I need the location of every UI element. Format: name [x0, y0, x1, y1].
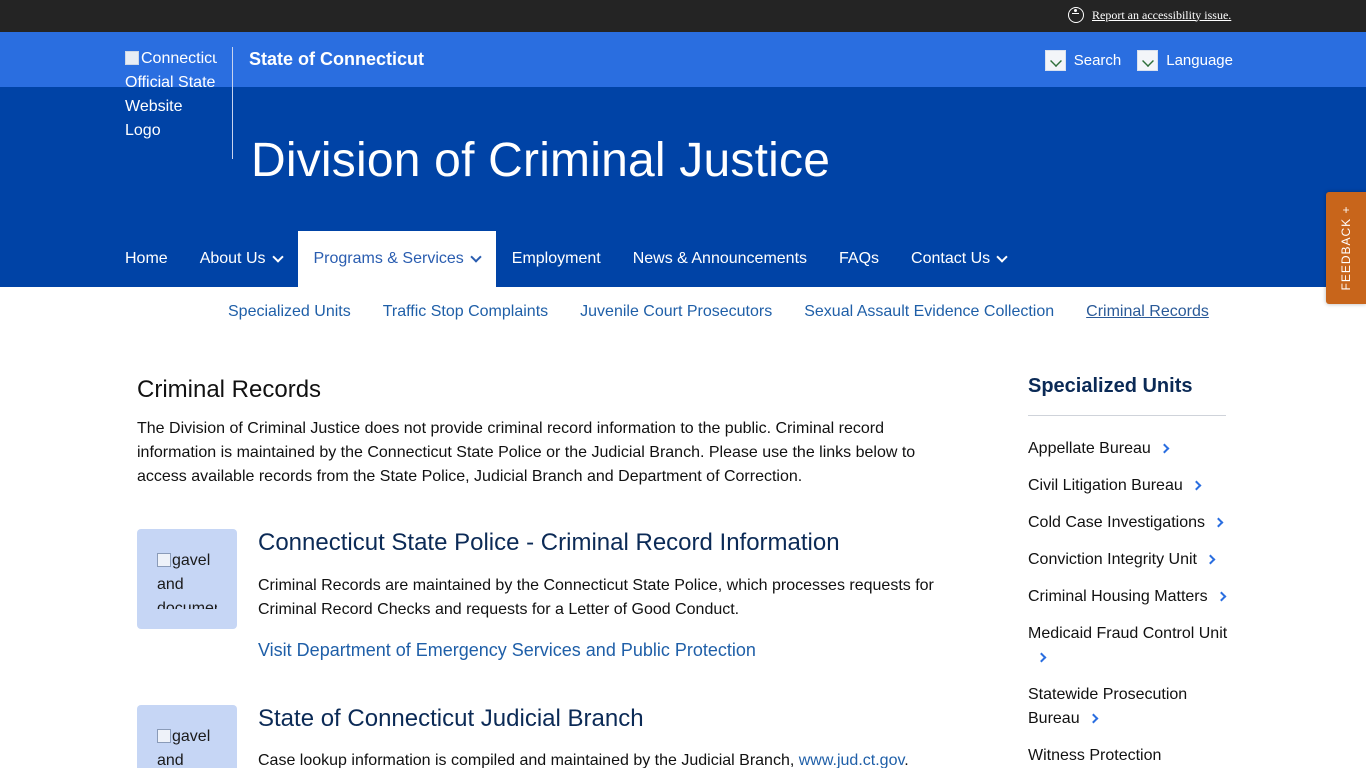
sidebar-item-medicaid-fraud-control-unit[interactable]: Medicaid Fraud Control Unit	[1028, 622, 1228, 670]
nav-label: Home	[125, 250, 168, 267]
language-button[interactable]: Language	[1137, 50, 1233, 71]
sidebar-item-label: Statewide Prosecution Bureau	[1028, 686, 1188, 727]
chevron-down-icon	[470, 251, 482, 263]
sidebar-item-label: Civil Litigation Bureau	[1028, 477, 1183, 494]
sidebar-list: Appellate Bureau Civil Litigation Bureau…	[1028, 437, 1228, 768]
page-title: Criminal Records	[137, 376, 322, 403]
subnav-criminal-records[interactable]: Criminal Records	[1070, 303, 1225, 321]
subnav-sexual-assault-evidence[interactable]: Sexual Assault Evidence Collection	[788, 303, 1070, 321]
logo-alt-line-3: Website	[125, 98, 183, 115]
feedback-button[interactable]: FEEDBACK +	[1326, 192, 1366, 304]
card-link[interactable]: Visit Department of Emergency Services a…	[258, 640, 756, 661]
sidebar-item-conviction-integrity-unit[interactable]: Conviction Integrity Unit	[1028, 548, 1228, 572]
chevron-down-icon	[996, 251, 1008, 263]
card-text: Criminal Records are maintained by the C…	[258, 577, 934, 618]
accessibility-report-link[interactable]: Report an accessibility issue.	[1092, 8, 1231, 23]
nav-label: Employment	[511, 250, 601, 267]
sidebar-item-witness-protection[interactable]: Witness Protection	[1028, 744, 1228, 768]
language-icon	[1137, 50, 1159, 71]
nav-label: Contact Us	[911, 250, 991, 267]
card-image: gavel and documents	[137, 529, 237, 629]
chevron-right-icon	[1036, 652, 1047, 663]
sidebar-divider	[1028, 415, 1226, 416]
chevron-right-icon	[1216, 591, 1227, 602]
nav-label: News & Announcements	[632, 250, 808, 267]
nav-about-us[interactable]: About Us	[184, 231, 298, 287]
search-label: Search	[1073, 52, 1122, 69]
nav-employment[interactable]: Employment	[496, 231, 617, 287]
language-label: Language	[1166, 52, 1233, 69]
chevron-right-icon	[1159, 443, 1170, 454]
nav-contact-us[interactable]: Contact Us	[895, 231, 1022, 287]
chevron-right-icon	[1205, 554, 1216, 565]
sidebar-item-criminal-housing-matters[interactable]: Criminal Housing Matters	[1028, 585, 1228, 609]
nav-news-announcements[interactable]: News & Announcements	[617, 231, 823, 287]
chevron-right-icon	[1213, 517, 1224, 528]
broken-image-icon	[157, 553, 171, 567]
logo-alt-line-1: Connecticut's	[141, 50, 217, 67]
nav-label: Programs & Services	[313, 250, 464, 267]
subnav-specialized-units[interactable]: Specialized Units	[212, 303, 367, 321]
feedback-label: FEEDBACK +	[1339, 205, 1353, 291]
main-nav: Home About Us Programs & Services Employ…	[109, 231, 1022, 287]
card-text: Case lookup information is compiled and …	[258, 749, 948, 768]
accessibility-report[interactable]: Report an accessibility issue.	[1068, 7, 1231, 23]
accessibility-icon	[1068, 7, 1084, 23]
nav-faqs[interactable]: FAQs	[823, 231, 895, 287]
chevron-right-icon	[1088, 713, 1099, 724]
sidebar-item-cold-case-investigations[interactable]: Cold Case Investigations	[1028, 511, 1228, 535]
sidebar-item-civil-litigation-bureau[interactable]: Civil Litigation Bureau	[1028, 474, 1228, 498]
nav-label: About Us	[199, 250, 266, 267]
state-title-link[interactable]: State of Connecticut	[249, 49, 424, 70]
nav-home[interactable]: Home	[109, 231, 184, 287]
search-icon	[1044, 50, 1066, 71]
sidebar-item-label: Witness Protection	[1028, 747, 1162, 764]
logo-divider	[232, 47, 233, 159]
nav-label: FAQs	[839, 250, 880, 267]
card-text-body: Case lookup information is compiled and …	[258, 752, 795, 768]
header-tools: Search Language	[1044, 50, 1233, 71]
accessibility-bar: Report an accessibility issue.	[0, 0, 1366, 32]
nav-programs-services[interactable]: Programs & Services	[297, 231, 496, 287]
sidebar-item-statewide-prosecution-bureau[interactable]: Statewide Prosecution Bureau	[1028, 683, 1228, 731]
intro-text: The Division of Criminal Justice does no…	[137, 420, 916, 485]
chevron-down-icon	[271, 251, 284, 263]
card-text-end: .	[904, 752, 909, 768]
sidebar-item-label: Cold Case Investigations	[1028, 514, 1205, 531]
chevron-right-icon	[1191, 480, 1202, 491]
search-button[interactable]: Search	[1044, 50, 1122, 71]
sidebar-item-label: Conviction Integrity Unit	[1028, 551, 1197, 568]
card-title: State of Connecticut Judicial Branch	[258, 705, 644, 732]
logo-alt-line-4: Logo	[125, 122, 161, 139]
broken-image-icon	[157, 729, 171, 743]
sidebar-item-label: Medicaid Fraud Control Unit	[1028, 625, 1228, 642]
subnav-traffic-stop-complaints[interactable]: Traffic Stop Complaints	[367, 303, 564, 321]
state-logo[interactable]: Connecticut's Official State Website Log…	[125, 47, 220, 143]
site-title: Division of Criminal Justice	[251, 134, 831, 187]
card-title: Connecticut State Police - Criminal Reco…	[258, 529, 840, 556]
sub-nav: Specialized Units Traffic Stop Complaint…	[212, 303, 1225, 321]
subnav-juvenile-court-prosecutors[interactable]: Juvenile Court Prosecutors	[564, 303, 788, 321]
sidebar-item-label: Appellate Bureau	[1028, 440, 1151, 457]
judicial-branch-link[interactable]: www.jud.ct.gov	[799, 752, 905, 768]
broken-image-icon	[125, 51, 139, 65]
sidebar-item-label: Criminal Housing Matters	[1028, 588, 1208, 605]
sidebar-heading: Specialized Units	[1028, 375, 1193, 397]
card-image: gavel and documents	[137, 705, 237, 768]
sidebar-item-appellate-bureau[interactable]: Appellate Bureau	[1028, 437, 1228, 461]
logo-alt-line-2: Official State	[125, 74, 216, 91]
